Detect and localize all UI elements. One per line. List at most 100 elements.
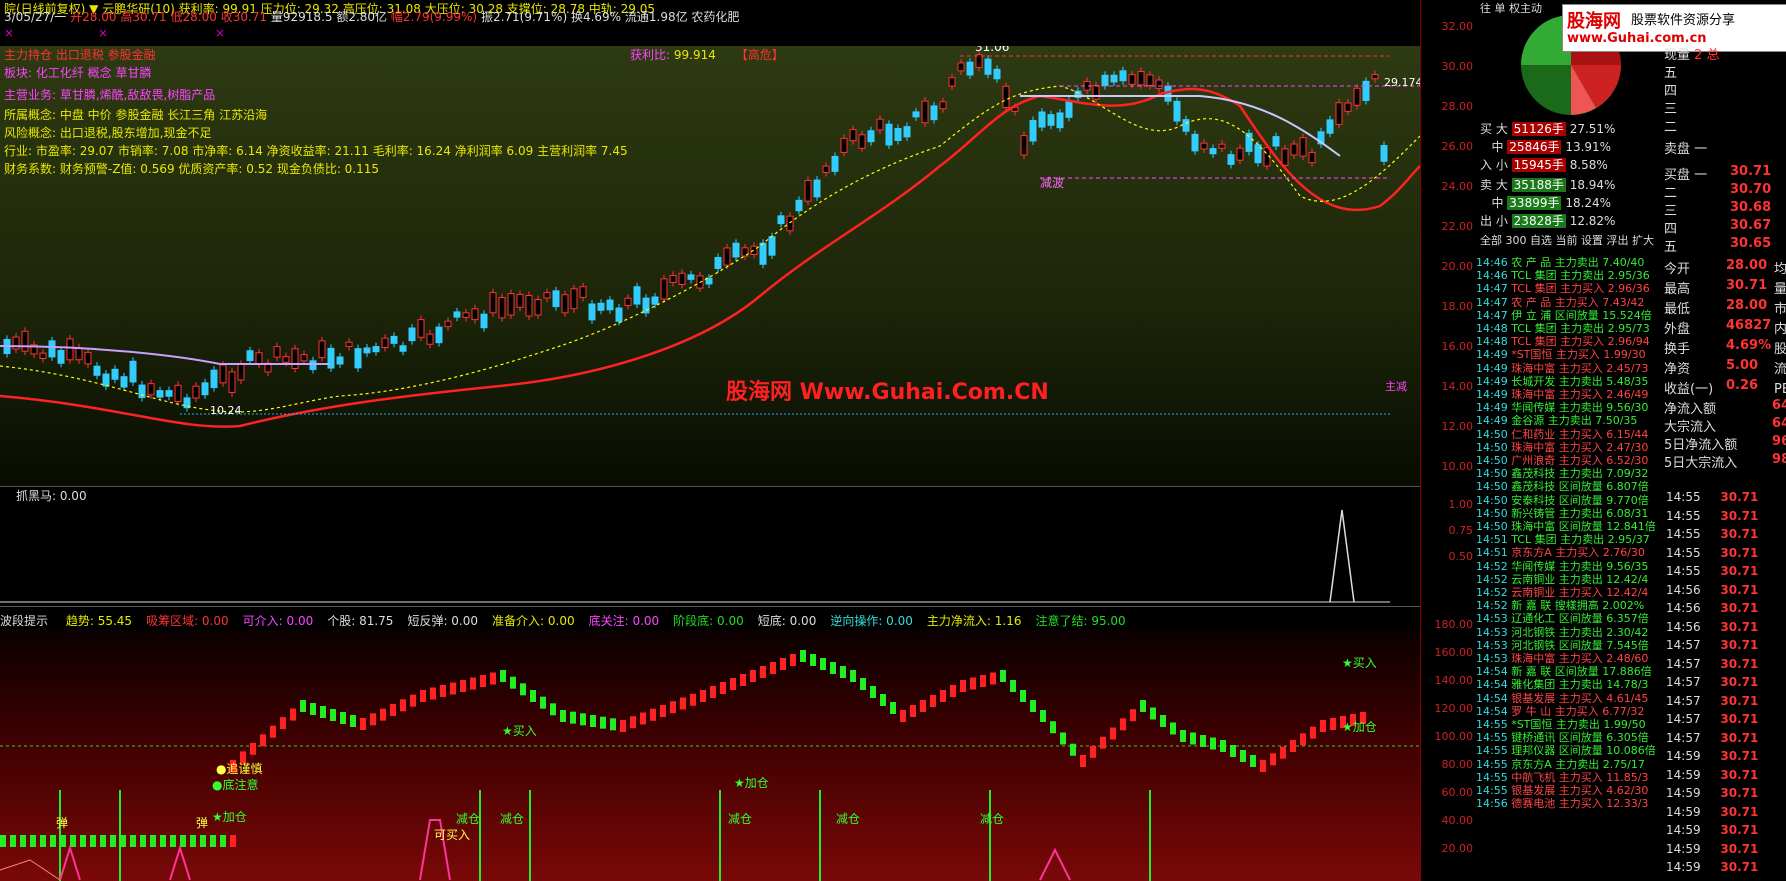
signal-buy: ★买入: [1342, 656, 1377, 670]
ind2-item: 准备介入: 0.00: [492, 614, 575, 628]
wave-bar: [320, 706, 326, 718]
price-panel[interactable]: 主力持仓 出口退税 参股金融 板块: 化工化纤 概念 草甘膦 主营业务: 草甘膦…: [0, 46, 1420, 486]
candle: [435, 326, 443, 344]
wave-bar: [1330, 718, 1336, 730]
candles-group: [3, 50, 1388, 412]
trade-row: 14:56 30.71: [1666, 582, 1759, 597]
header-date: 3/05/27/一: [4, 10, 67, 24]
trade-row: 14:59 30.71: [1666, 841, 1759, 856]
candle: [1200, 142, 1208, 150]
signal-rebound-2: 弹: [196, 816, 209, 830]
wave-bar: [990, 672, 996, 685]
wave-bar: [650, 708, 656, 721]
candle: [1380, 144, 1388, 162]
wave-bar: [40, 835, 46, 847]
wave-bar: [510, 676, 516, 689]
candle: [498, 297, 506, 319]
axis-tick: 32.00: [1441, 20, 1474, 33]
price-chart-svg[interactable]: 31.06 10.24 减波 29.174 主减: [0, 46, 1420, 486]
axis-tick: 30.00: [1441, 60, 1474, 73]
candle: [876, 118, 884, 131]
candle: [426, 333, 434, 345]
axis-tick: 20.00: [1441, 260, 1474, 273]
wave-bar: [350, 715, 356, 727]
ind1-axis-tick: 1.00: [1448, 498, 1474, 511]
axis-tick: 14.00: [1441, 380, 1474, 393]
axis-tick: 26.00: [1441, 140, 1474, 153]
wave-bar: [430, 687, 436, 700]
candle: [678, 272, 686, 286]
wave-bar: [720, 682, 726, 694]
wave-bar: [690, 693, 696, 706]
ticker-row[interactable]: 14:56 德赛电池 主力买入 12.33/3: [1476, 795, 1664, 811]
candle: [246, 350, 254, 362]
signal-reduce-5: 减仓: [980, 812, 1005, 826]
wave-bar: [840, 666, 846, 678]
header-low: 低28.00: [170, 10, 217, 24]
indicator-1-panel[interactable]: [0, 506, 1420, 606]
flow-stat-row: 净流入额 64: [1664, 398, 1786, 417]
signal-rebound: 弹: [56, 816, 69, 830]
ticker-filters[interactable]: 全部 300 自选 当前 设置 浮出 扩大: [1480, 232, 1654, 248]
wave-bar: [270, 725, 276, 738]
candle: [1101, 74, 1109, 87]
wave-bar: [80, 835, 86, 847]
candle: [291, 348, 299, 369]
wave-bar: [160, 835, 166, 847]
wave-bar: [810, 654, 816, 666]
candle: [912, 111, 920, 118]
wave-bar: [540, 696, 546, 709]
chart-area[interactable]: 院(日线前复权) ▼ 云鹏华研(10) 获利率: 99.91 压力位: 29.3…: [0, 0, 1420, 881]
candle: [489, 292, 497, 314]
candle: [1218, 143, 1226, 149]
wave-bar: [1210, 737, 1216, 750]
wave-bar: [30, 835, 36, 847]
wave-bar: [480, 675, 486, 687]
wave-bar: [210, 835, 216, 847]
wave-bar: [420, 690, 426, 702]
candle: [390, 335, 398, 344]
signal-reduce-4: 减仓: [836, 812, 861, 826]
candle: [1155, 79, 1163, 90]
candle: [642, 297, 650, 314]
wave-bar: [380, 708, 386, 721]
candle: [165, 390, 173, 397]
candle: [939, 101, 947, 110]
candle: [579, 286, 587, 298]
candle: [624, 297, 632, 307]
wave-bar: [770, 662, 776, 674]
trade-row: 14:55 30.71: [1666, 564, 1759, 578]
axis-tick: 16.00: [1441, 340, 1474, 353]
trade-row: 14:59 30.71: [1666, 786, 1759, 800]
trade-row: 14:57 30.71: [1666, 693, 1759, 708]
candle: [957, 62, 965, 72]
wave-bar: [850, 670, 856, 682]
candle: [201, 382, 209, 396]
wave-bar: [1020, 690, 1026, 702]
candle: [399, 345, 407, 352]
wave-bar: [10, 835, 16, 847]
candle: [354, 348, 362, 369]
candle: [462, 312, 470, 318]
ticker-feed[interactable]: 14:46 农 产 品 主力卖出 7.40/40 14:46 TCL 集团 主力卖…: [1476, 254, 1664, 881]
wave-bar: [230, 835, 236, 847]
axis-tick: 22.00: [1441, 220, 1474, 233]
spike-line: [1329, 509, 1355, 603]
wave-bar: [340, 712, 346, 724]
candle: [849, 129, 857, 142]
candle: [687, 274, 695, 280]
header-row-2: 3/05/27/一 开28.00 高30.71 低28.00 收30.71 量9…: [4, 8, 739, 25]
indicator-1-header: 抓黑马: 0.00: [0, 486, 1420, 507]
wave-bar: [1120, 718, 1126, 731]
wave-bar: [1220, 740, 1226, 752]
wave-bar: [170, 835, 176, 847]
header-high: 高30.71: [120, 10, 167, 24]
candle: [948, 77, 956, 87]
indicator-2-panel[interactable]: ★买入 ★加仓 ★买入 ★加仓 ★加仓 ●追谨慎 ●底注意 可买入 弹 弹 减仓…: [0, 630, 1420, 881]
wave-bar: [1050, 721, 1056, 734]
candle: [597, 302, 605, 311]
candle: [525, 295, 533, 317]
wave-bar: [630, 716, 636, 729]
wave-bar: [1070, 743, 1076, 756]
wave-bar: [290, 708, 296, 721]
